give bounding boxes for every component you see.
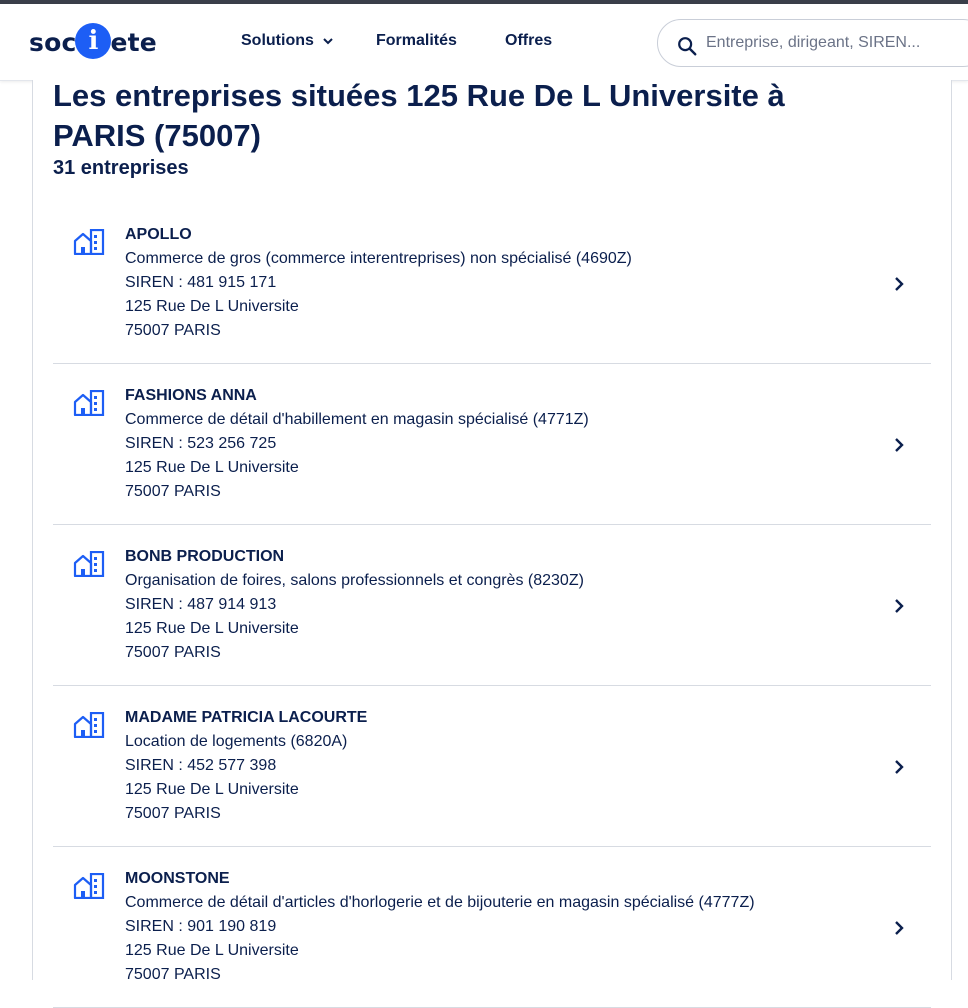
company-street: 125 Rue De L Universite — [125, 459, 299, 476]
company-siren: SIREN : 901 190 819 — [125, 918, 277, 935]
societe-logo[interactable]: soc i ete — [29, 22, 157, 62]
nav-formalites[interactable]: Formalités — [376, 32, 457, 50]
site-header: soc i ete Solutions Formalités Offres — [0, 4, 968, 81]
company-activity: Organisation de foires, salons professio… — [125, 572, 584, 589]
building-icon — [73, 873, 105, 899]
company-city: 75007 PARIS — [125, 805, 221, 822]
search-icon[interactable] — [676, 35, 698, 57]
search-input[interactable] — [706, 20, 968, 66]
nav-solutions[interactable]: Solutions — [241, 32, 334, 50]
chevron-right-icon — [895, 921, 904, 935]
chevron-right-icon — [895, 599, 904, 613]
company-name: FASHIONS ANNA — [125, 387, 257, 404]
chevron-right-icon — [895, 760, 904, 774]
company-siren: SIREN : 523 256 725 — [125, 435, 277, 452]
search-box — [657, 19, 968, 67]
results-count: 31 entreprises — [53, 157, 189, 179]
company-street: 125 Rue De L Universite — [125, 781, 299, 798]
building-icon — [73, 390, 105, 416]
company-activity: Commerce de gros (commerce interentrepri… — [125, 250, 632, 267]
chevron-right-icon — [895, 438, 904, 452]
company-street: 125 Rue De L Universite — [125, 298, 299, 315]
company-row[interactable]: MADAME PATRICIA LACOURTE Location de log… — [53, 686, 931, 847]
chevron-down-icon — [323, 38, 333, 45]
company-city: 75007 PARIS — [125, 966, 221, 983]
company-activity: Commerce de détail d'articles d'horloger… — [125, 894, 755, 911]
logo-text-left: soc — [29, 27, 77, 57]
company-activity: Location de logements (6820A) — [125, 733, 348, 750]
company-name: MOONSTONE — [125, 870, 230, 887]
company-street: 125 Rue De L Universite — [125, 620, 299, 637]
page-title: Les entreprises situées 125 Rue De L Uni… — [53, 78, 785, 153]
chevron-right-icon — [895, 277, 904, 291]
company-city: 75007 PARIS — [125, 483, 221, 500]
nav-solutions-label: Solutions — [241, 32, 314, 49]
nav-offres[interactable]: Offres — [505, 32, 552, 50]
building-icon — [73, 551, 105, 577]
company-row[interactable]: FASHIONS ANNA Commerce de détail d'habil… — [53, 364, 931, 525]
company-name: BONB PRODUCTION — [125, 548, 285, 565]
logo-text-right: ete — [110, 27, 157, 57]
company-row[interactable]: MOONSTONE Commerce de détail d'articles … — [53, 847, 931, 1008]
company-list: APOLLO Commerce de gros (commerce intere… — [53, 203, 931, 1008]
company-city: 75007 PARIS — [125, 322, 221, 339]
logo-i-badge: i — [75, 23, 112, 59]
building-icon — [73, 712, 105, 738]
company-name: MADAME PATRICIA LACOURTE — [125, 709, 368, 726]
company-siren: SIREN : 452 577 398 — [125, 757, 277, 774]
building-icon — [73, 229, 105, 255]
company-name: APOLLO — [125, 226, 192, 243]
company-siren: SIREN : 487 914 913 — [125, 596, 277, 613]
company-activity: Commerce de détail d'habillement en maga… — [125, 411, 589, 428]
company-street: 125 Rue De L Universite — [125, 942, 299, 959]
company-row[interactable]: BONB PRODUCTION Organisation de foires, … — [53, 525, 931, 686]
company-city: 75007 PARIS — [125, 644, 221, 661]
company-row[interactable]: APOLLO Commerce de gros (commerce intere… — [53, 203, 931, 364]
company-siren: SIREN : 481 915 171 — [125, 274, 277, 291]
